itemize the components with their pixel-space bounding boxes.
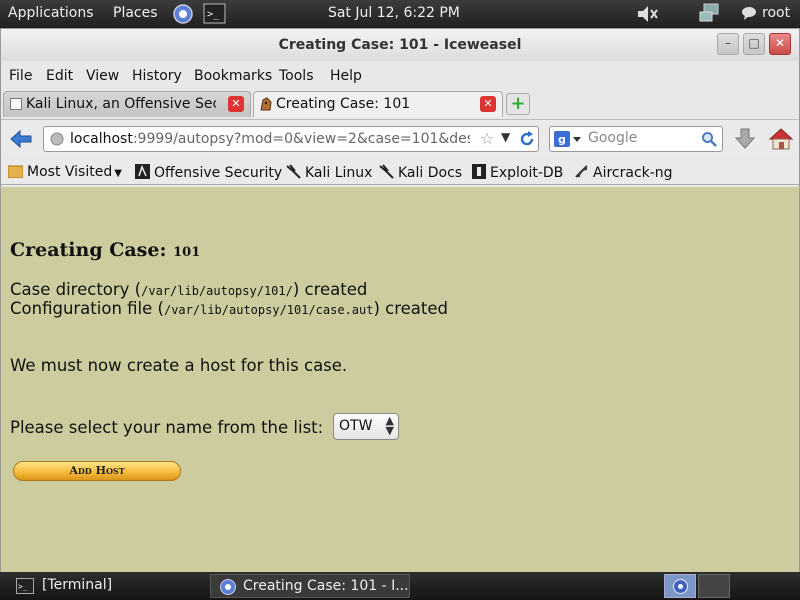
- select-arrows-icon: ▲ ▼: [385, 414, 394, 437]
- search-input[interactable]: [588, 130, 698, 146]
- folder-icon: [8, 165, 23, 178]
- user-menu[interactable]: root: [762, 5, 790, 21]
- svg-text:>_: >_: [207, 9, 220, 20]
- tab-creating-case[interactable]: Creating Case: 101 ✕: [253, 91, 503, 117]
- places-menu[interactable]: Places: [113, 5, 158, 21]
- case-directory-message: Case directory (/var/lib/autopsy/101/) c…: [10, 280, 368, 299]
- selected-investigator: OTW: [339, 418, 373, 434]
- search-bar: g: [549, 126, 723, 152]
- page-title: Creating Case:: [10, 239, 167, 261]
- browser-window: Creating Case: 101 - Iceweasel – □ ✕ Fil…: [0, 28, 800, 572]
- config-file-message: Configuration file (/var/lib/autopsy/101…: [10, 299, 449, 318]
- tab-label: Creating Case: 101: [276, 96, 411, 112]
- terminal-icon: >_: [16, 578, 34, 598]
- bookmark-star-icon[interactable]: ☆: [480, 129, 494, 148]
- back-arrow-icon[interactable]: [10, 129, 32, 153]
- tab-kali-linux[interactable]: Kali Linux, an Offensive Sec... ✕: [3, 91, 251, 117]
- workspace-switcher[interactable]: [664, 574, 696, 598]
- url-host: localhost: [70, 131, 133, 147]
- menubar: File Edit View History Bookmarks Tools H…: [1, 65, 799, 87]
- home-icon[interactable]: [768, 127, 794, 155]
- bookmark-label: Offensive Security: [154, 165, 283, 181]
- close-window-button[interactable]: ✕: [769, 33, 791, 55]
- bookmark-aircrack-ng[interactable]: Aircrack-ng: [574, 164, 673, 181]
- svg-text:>_: >_: [18, 582, 28, 591]
- reload-icon[interactable]: [518, 130, 536, 152]
- navigation-bar: localhost:9999/autopsy?mod=0&view=2&case…: [1, 119, 799, 157]
- case-directory-path: /var/lib/autopsy/101/: [141, 284, 293, 298]
- kali-dragon-icon: [286, 164, 301, 179]
- bookmark-label: Kali Docs: [398, 165, 463, 181]
- taskbar-terminal[interactable]: >_ [Terminal]: [6, 574, 206, 598]
- bookmark-label: Aircrack-ng: [593, 165, 673, 181]
- taskbar-browser[interactable]: Creating Case: 101 - I...: [210, 574, 410, 598]
- bookmark-kali-docs[interactable]: Kali Docs: [379, 164, 462, 181]
- bookmarks-toolbar: Most Visited ▼ Offensive Security Kali Li…: [1, 159, 799, 185]
- add-host-button[interactable]: Add Host: [13, 461, 181, 481]
- bookmark-exploit-db[interactable]: Exploit-DB: [472, 164, 563, 181]
- config-file-path: /var/lib/autopsy/101/case.aut: [163, 303, 374, 317]
- exploit-db-icon: [472, 164, 486, 179]
- network-icon[interactable]: [698, 3, 722, 29]
- applications-menu[interactable]: Applications: [8, 5, 94, 21]
- menu-help[interactable]: Help: [330, 68, 362, 84]
- page-content: Creating Case: 101 Case directory (/var/…: [1, 187, 799, 572]
- chat-icon[interactable]: [741, 5, 757, 25]
- host-message: We must now create a host for this case.: [10, 356, 348, 375]
- search-icon[interactable]: [701, 131, 717, 151]
- page-icon: [10, 98, 22, 110]
- terminal-launcher-icon[interactable]: >_: [203, 3, 226, 28]
- url-path: :9999/autopsy?mod=0&view=2&case=101&desc…: [132, 131, 470, 147]
- close-tab-icon[interactable]: ✕: [480, 96, 496, 112]
- google-engine-icon[interactable]: g: [554, 131, 582, 151]
- bookmark-label: Kali Linux: [305, 165, 373, 181]
- menu-edit[interactable]: Edit: [46, 68, 73, 84]
- window-titlebar[interactable]: Creating Case: 101 - Iceweasel – □ ✕: [1, 29, 799, 61]
- investigator-select[interactable]: OTW ▲ ▼: [333, 413, 399, 440]
- close-tab-icon[interactable]: ✕: [228, 96, 244, 112]
- bookmark-offensive-security[interactable]: Offensive Security: [135, 164, 282, 181]
- svg-text:g: g: [558, 133, 566, 146]
- menu-history[interactable]: History: [132, 68, 182, 84]
- taskbar-label: Creating Case: 101 - I...: [243, 578, 409, 594]
- url-dropdown-icon[interactable]: ▼: [501, 130, 510, 144]
- offsec-icon: [135, 164, 150, 179]
- bookmark-kali-linux[interactable]: Kali Linux: [286, 164, 372, 181]
- kali-dragon-icon: [379, 164, 394, 179]
- menu-file[interactable]: File: [9, 68, 32, 84]
- tab-label: Kali Linux, an Offensive Sec...: [26, 96, 216, 112]
- iceweasel-icon: [219, 578, 237, 600]
- menu-view[interactable]: View: [86, 68, 119, 84]
- url-bar[interactable]: localhost:9999/autopsy?mod=0&view=2&case…: [43, 126, 539, 152]
- aircrack-icon: [575, 165, 588, 178]
- taskbar-label: [Terminal]: [42, 577, 113, 593]
- volume-muted-icon[interactable]: [636, 4, 660, 28]
- menu-bookmarks[interactable]: Bookmarks: [194, 68, 272, 84]
- autopsy-dog-icon: [258, 96, 274, 116]
- select-name-label: Please select your name from the list:: [10, 418, 324, 437]
- minimize-button[interactable]: –: [717, 33, 739, 55]
- bookmark-label: Exploit-DB: [490, 165, 564, 181]
- tab-bar: Kali Linux, an Offensive Sec... ✕ Creati…: [1, 91, 799, 117]
- url-text: localhost:9999/autopsy?mod=0&view=2&case…: [70, 131, 470, 147]
- download-arrow-icon[interactable]: [734, 128, 756, 154]
- bookmark-most-visited[interactable]: Most Visited ▼: [8, 164, 122, 180]
- menu-tools[interactable]: Tools: [279, 68, 314, 84]
- bookmark-label: Most Visited: [27, 164, 113, 180]
- workspace-2[interactable]: [698, 574, 730, 598]
- top-panel: Applications Places >_ Sat Jul 12, 6:22 …: [0, 0, 800, 28]
- page-heading: Creating Case: 101: [10, 239, 200, 261]
- iceweasel-icon: [672, 578, 689, 599]
- maximize-button[interactable]: □: [743, 33, 765, 55]
- case-number: 101: [173, 245, 201, 260]
- iceweasel-launcher-icon[interactable]: [172, 3, 194, 29]
- clock[interactable]: Sat Jul 12, 6:22 PM: [328, 5, 460, 21]
- bottom-taskbar: >_ [Terminal] Creating Case: 101 - I...: [0, 572, 800, 600]
- new-tab-button[interactable]: +: [506, 93, 530, 115]
- chevron-down-icon: ▼: [114, 168, 122, 179]
- globe-icon: [50, 132, 64, 150]
- window-title: Creating Case: 101 - Iceweasel: [278, 37, 522, 53]
